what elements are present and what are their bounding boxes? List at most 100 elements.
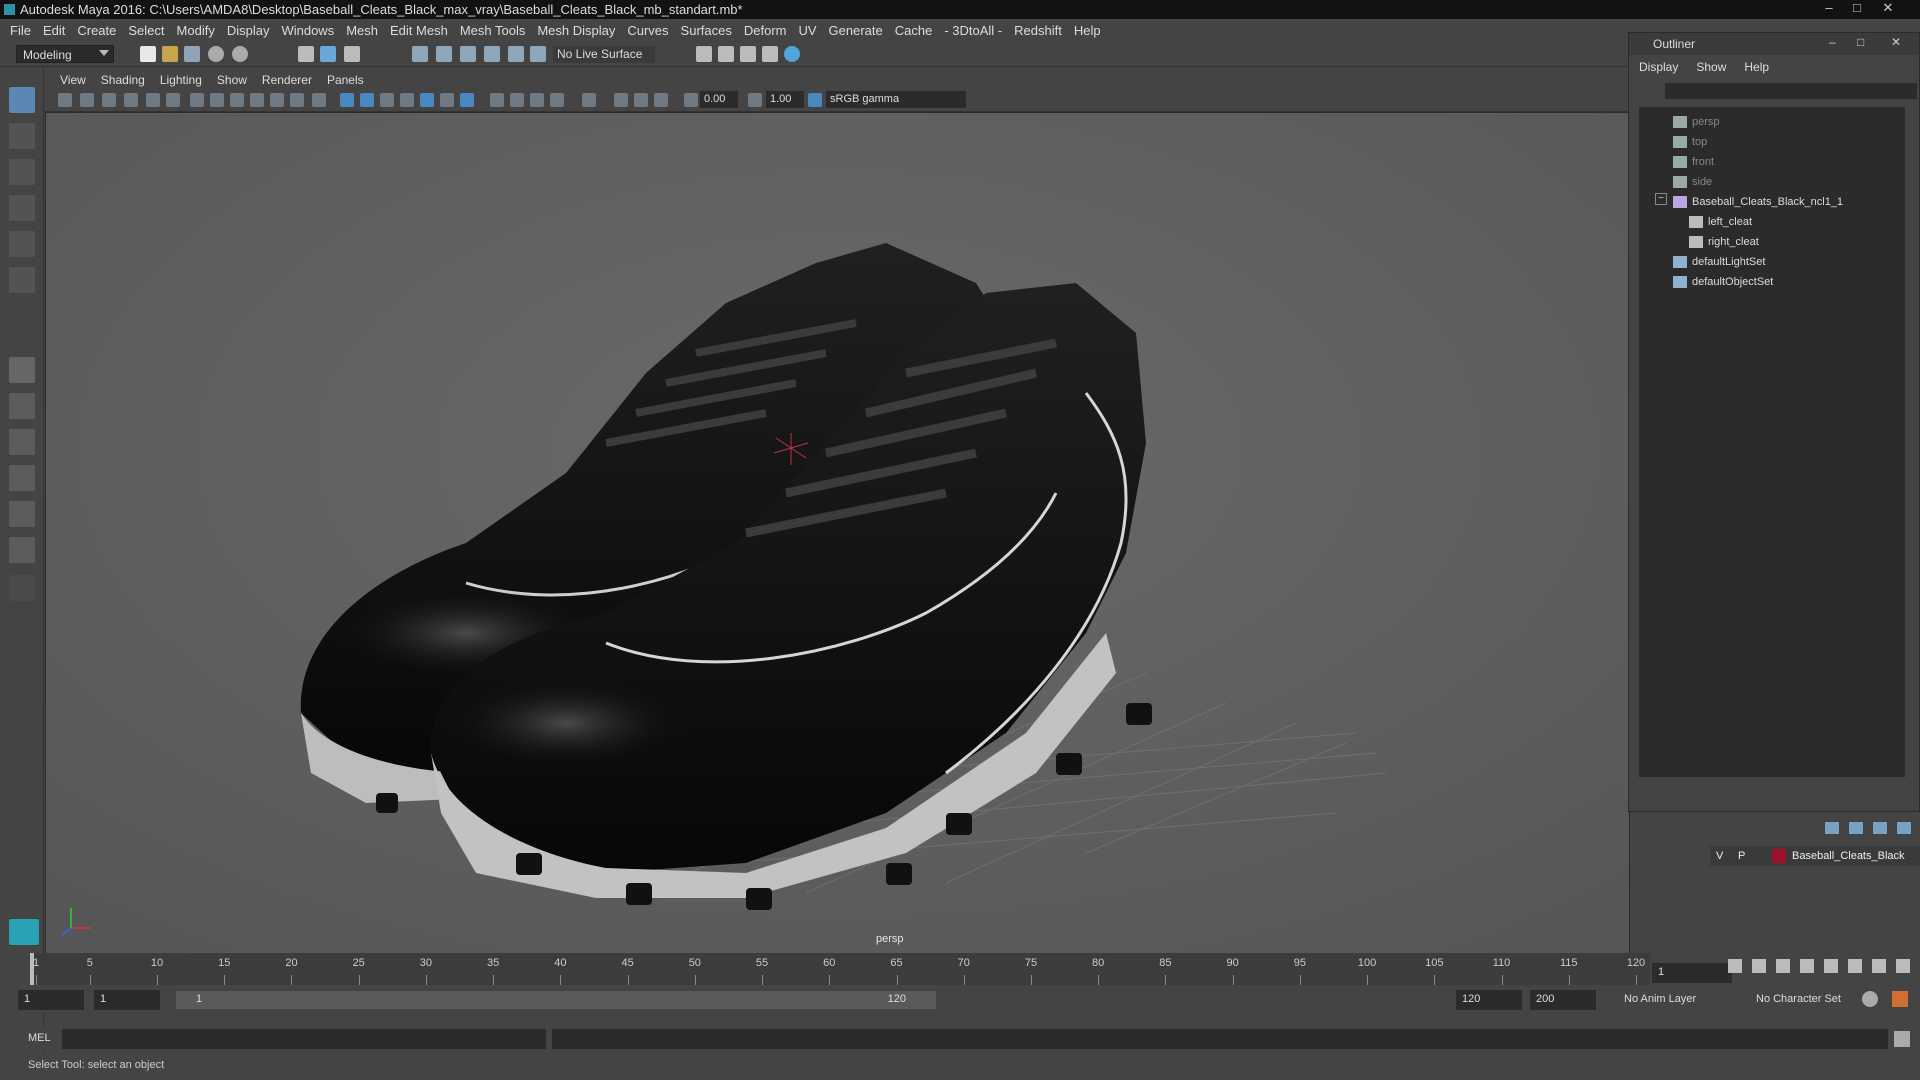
mode-selector[interactable]: Modeling (16, 45, 114, 63)
auto-key-icon[interactable] (1862, 991, 1878, 1007)
time-slider-track[interactable]: 1 5 10 15 20 25 30 35 40 45 50 55 60 65 70 75 80 85 90 95 10… (30, 953, 1650, 985)
range-slider[interactable]: 1 120 (176, 991, 936, 1009)
close-button[interactable]: ✕ (1868, 0, 1908, 18)
menu-3dtoall[interactable]: - 3DtoAll - (940, 23, 1010, 38)
panel-menu-panels[interactable]: Panels (321, 73, 373, 87)
go-to-end-icon[interactable] (1896, 959, 1910, 973)
snap-view-plane-icon[interactable] (484, 46, 500, 62)
camera-icon[interactable] (58, 93, 72, 107)
scale-tool-icon[interactable] (9, 267, 35, 293)
persp-graph-layout-icon[interactable] (9, 465, 35, 491)
move-tool-icon[interactable] (9, 195, 35, 221)
redo-icon[interactable] (232, 46, 248, 62)
outliner-item[interactable]: right_cleat (1689, 233, 1759, 251)
select-hierarchy-icon[interactable] (298, 46, 314, 62)
exposure-field[interactable]: 0.00 (700, 91, 738, 108)
scene-start-field[interactable]: 1 (18, 990, 84, 1010)
layer-playback-toggle[interactable]: P (1738, 850, 1745, 862)
menu-mesh[interactable]: Mesh (342, 23, 386, 38)
persp-outliner-layout-icon[interactable] (9, 429, 35, 455)
outliner-minimize-icon[interactable]: – (1829, 35, 1836, 49)
step-forward-key-icon[interactable] (1848, 959, 1862, 973)
render-settings-icon[interactable] (762, 46, 778, 62)
character-set-dropdown[interactable]: No Character Set (1756, 993, 1841, 1005)
select-tool-icon[interactable] (9, 87, 35, 113)
hypershade-icon[interactable] (784, 46, 800, 62)
play-backwards-icon[interactable] (1800, 959, 1814, 973)
new-layer-icon[interactable] (1873, 822, 1887, 834)
uv-editor-layout-icon[interactable] (9, 537, 35, 563)
menu-curves[interactable]: Curves (623, 23, 676, 38)
outliner-restore-icon[interactable]: □ (1857, 35, 1864, 49)
wireframe-icon[interactable] (340, 93, 354, 107)
ambient-occlusion-icon[interactable] (490, 93, 504, 107)
outliner-close-icon[interactable]: ✕ (1891, 35, 1901, 49)
hypershade-layout-icon[interactable] (9, 501, 35, 527)
snap-curve-icon[interactable] (436, 46, 452, 62)
grease-pencil-icon[interactable] (166, 93, 180, 107)
menu-create[interactable]: Create (73, 23, 124, 38)
menu-help[interactable]: Help (1070, 23, 1109, 38)
color-space-dropdown[interactable]: sRGB gamma (826, 91, 966, 108)
outliner-menu-show[interactable]: Show (1696, 60, 1744, 74)
outliner-item[interactable]: front (1673, 153, 1714, 171)
menu-cache[interactable]: Cache (891, 23, 941, 38)
panel-menu-show[interactable]: Show (211, 73, 256, 87)
use-all-lights-icon[interactable] (440, 93, 454, 107)
isolate-select-icon[interactable] (582, 93, 596, 107)
perspective-viewport[interactable]: persp (45, 112, 1630, 954)
use-default-material-icon[interactable] (380, 93, 394, 107)
menu-windows[interactable]: Windows (277, 23, 342, 38)
xray-components-icon[interactable] (654, 93, 668, 107)
snap-live-icon[interactable] (530, 46, 546, 62)
menu-select[interactable]: Select (124, 23, 172, 38)
select-object-icon[interactable] (320, 46, 336, 62)
outliner-item[interactable]: defaultLightSet (1673, 253, 1765, 271)
animation-preferences-icon[interactable] (1892, 991, 1908, 1007)
panel-menu-renderer[interactable]: Renderer (256, 73, 321, 87)
wireframe-on-shaded-icon[interactable] (400, 93, 414, 107)
gamma-field[interactable]: 1.00 (766, 91, 804, 108)
toolbox-more-icon[interactable] (9, 575, 35, 601)
motion-blur-icon[interactable] (510, 93, 524, 107)
snap-surface-icon[interactable] (508, 46, 524, 62)
paint-select-tool-icon[interactable] (9, 159, 35, 185)
field-chart-icon[interactable] (270, 93, 284, 107)
current-frame-field[interactable]: 1 (1652, 963, 1732, 983)
color-management-icon[interactable] (808, 93, 822, 107)
layer-visibility-toggle[interactable]: V (1716, 850, 1723, 862)
bookmark-icon[interactable] (102, 93, 116, 107)
rotate-tool-icon[interactable] (9, 231, 35, 257)
grid-toggle-icon[interactable] (190, 93, 204, 107)
go-to-start-icon[interactable] (1728, 959, 1742, 973)
menu-deform[interactable]: Deform (740, 23, 795, 38)
snap-point-icon[interactable] (460, 46, 476, 62)
menu-edit[interactable]: Edit (39, 23, 73, 38)
shadows-icon[interactable] (460, 93, 474, 107)
command-input[interactable] (62, 1029, 546, 1049)
four-view-layout-icon[interactable] (9, 393, 35, 419)
new-layer-selected-icon[interactable] (1897, 822, 1911, 834)
gate-mask-icon[interactable] (250, 93, 264, 107)
render-current-frame-icon[interactable] (718, 46, 734, 62)
save-scene-icon[interactable] (184, 46, 200, 62)
menu-mesh-tools[interactable]: Mesh Tools (456, 23, 534, 38)
lasso-tool-icon[interactable] (9, 123, 35, 149)
panel-menu-lighting[interactable]: Lighting (154, 73, 211, 87)
depth-of-field-icon[interactable] (550, 93, 564, 107)
outliner-search-input[interactable] (1665, 83, 1917, 99)
collapse-toggle-icon[interactable]: − (1655, 193, 1667, 205)
layer-row[interactable]: V P Baseball_Cleats_Black (1710, 846, 1920, 866)
script-editor-icon[interactable] (1894, 1031, 1910, 1047)
snap-grid-icon[interactable] (412, 46, 428, 62)
menu-display[interactable]: Display (223, 23, 278, 38)
menu-file[interactable]: File (6, 23, 39, 38)
open-scene-icon[interactable] (162, 46, 178, 62)
outliner-item[interactable]: top (1673, 133, 1707, 151)
textured-icon[interactable] (420, 93, 434, 107)
menu-generate[interactable]: Generate (825, 23, 891, 38)
playback-end-field[interactable]: 120 (1456, 990, 1522, 1010)
outliner-menu-help[interactable]: Help (1744, 60, 1787, 74)
safe-action-icon[interactable] (290, 93, 304, 107)
scene-end-field[interactable]: 200 (1530, 990, 1596, 1010)
